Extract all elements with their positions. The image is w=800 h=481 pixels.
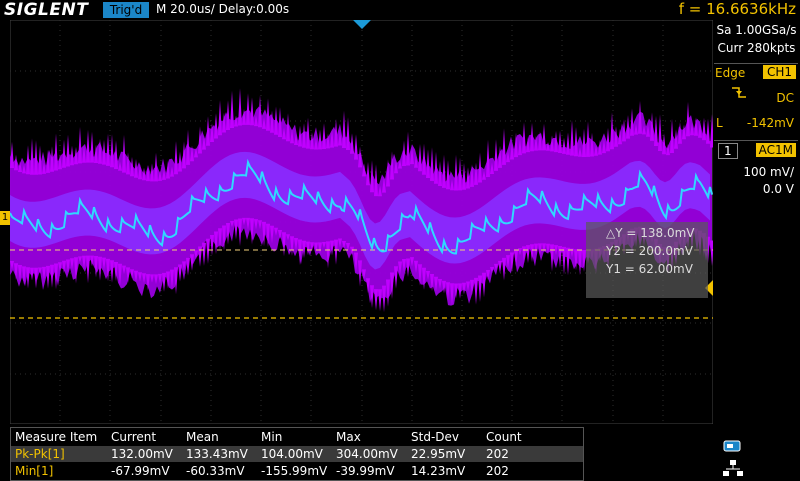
- channel-scale: 100 mV/: [743, 165, 794, 179]
- measure-min: 104.00mV: [261, 447, 323, 461]
- table-header-row: Measure Item Current Mean Min Max Std-De…: [11, 429, 583, 445]
- measure-current: -67.99mV: [111, 464, 170, 478]
- measure-item: Pk-Pk[1]: [15, 447, 65, 461]
- trigger-level: -142mV: [746, 116, 794, 130]
- cursor-y2: Y2 = 200.0mV: [606, 244, 693, 258]
- table-row[interactable]: Pk-Pk[1] 132.00mV 133.43mV 104.00mV 304.…: [11, 446, 583, 462]
- measure-std-dev: 22.95mV: [411, 447, 466, 461]
- measure-current: 132.00mV: [111, 447, 173, 461]
- header-count: Count: [486, 430, 522, 444]
- channel-number: 1: [718, 143, 738, 159]
- channel-coupling: AC1M: [755, 143, 796, 157]
- cursor-delta-y: △Y = 138.0mV: [606, 226, 695, 240]
- measure-std-dev: 14.23mV: [411, 464, 466, 478]
- brand-logo: SIGLENT: [4, 0, 89, 20]
- top-status-bar: SIGLENT Trig'd M 20.0us/ Delay:0.00s f =…: [0, 0, 800, 20]
- right-info-panel: Sa 1.00GSa/s Curr 280kpts Edge CH1 DC L …: [713, 20, 800, 480]
- channel1-settings[interactable]: 1 AC1M 100 mV/ 0.0 V: [714, 140, 798, 201]
- measurement-table: Measure Item Current Mean Min Max Std-De…: [10, 427, 584, 481]
- measure-mean: 133.43mV: [186, 447, 248, 461]
- trigger-settings[interactable]: Edge CH1 DC L -142mV: [714, 63, 798, 148]
- header-std-dev: Std-Dev: [411, 430, 459, 444]
- measure-max: -39.99mV: [336, 464, 395, 478]
- table-row[interactable]: Min[1] -67.99mV -60.33mV -155.99mV -39.9…: [11, 463, 583, 479]
- measure-item: Min[1]: [15, 464, 54, 478]
- measure-count: 202: [486, 447, 509, 461]
- frequency-readout: f = 16.6636kHz: [678, 0, 796, 18]
- header-mean: Mean: [186, 430, 219, 444]
- rising-edge-icon: [732, 87, 746, 98]
- measure-mean: -60.33mV: [186, 464, 245, 478]
- cursor-y1: Y1 = 62.00mV: [606, 262, 693, 276]
- measure-min: -155.99mV: [261, 464, 328, 478]
- usb-icon: [723, 440, 741, 452]
- trigger-mode: Edge: [715, 66, 746, 80]
- memory-depth: Curr 280kpts: [717, 41, 796, 55]
- trigger-level-label: L: [716, 116, 723, 130]
- trigger-status-badge: Trig'd: [103, 2, 149, 18]
- sample-rate: Sa 1.00GSa/s: [716, 23, 797, 37]
- measure-max: 304.00mV: [336, 447, 398, 461]
- network-icon: [723, 460, 743, 476]
- measure-count: 202: [486, 464, 509, 478]
- ch1-ground-marker[interactable]: 1: [0, 211, 10, 225]
- trigger-source: CH1: [762, 65, 796, 79]
- cursor-readout-panel: △Y = 138.0mV Y2 = 200.0mV Y1 = 62.00mV: [586, 222, 708, 298]
- header-max: Max: [336, 430, 361, 444]
- header-current: Current: [111, 430, 157, 444]
- trigger-coupling: DC: [776, 91, 794, 105]
- header-min: Min: [261, 430, 283, 444]
- channel-offset: 0.0 V: [762, 182, 794, 196]
- timebase-readout[interactable]: M 20.0us/ Delay:0.00s: [156, 2, 289, 16]
- header-measure-item: Measure Item: [15, 430, 98, 444]
